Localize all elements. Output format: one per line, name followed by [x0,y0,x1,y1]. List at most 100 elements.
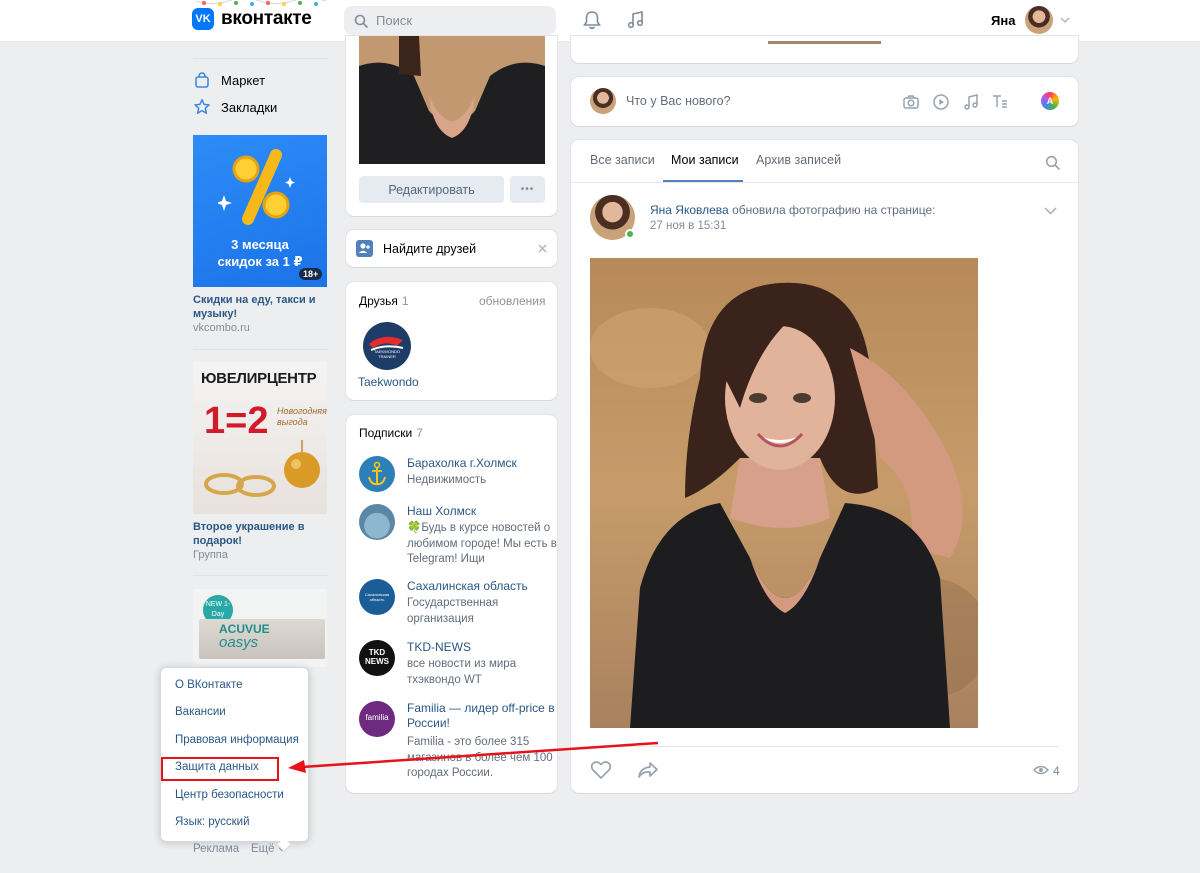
tab-all-posts[interactable]: Все записи [590,153,655,167]
menu-item-label: Маркет [221,72,266,88]
friends-updates-link[interactable]: обновления [479,294,545,308]
find-friends-label: Найдите друзей [383,242,477,256]
video-icon[interactable] [932,93,950,111]
subscription-name: Наш Холмск [407,504,477,518]
music-icon[interactable] [625,9,647,31]
subscription-name: TKD-NEWS [407,640,471,654]
highlight-frame [161,757,279,781]
logo-text[interactable]: вконтакте [221,8,312,30]
subscription-avatar [359,456,395,492]
composer-avatar [590,88,616,114]
subscription-name: Сахалинская область [407,579,528,593]
subscriptions-count: 7 [416,426,423,440]
subscription-item[interactable]: Наш Холмск 🍀Будь в курсе новостей о люби… [359,504,557,570]
subscriptions-title-label: Подписки [359,426,413,440]
subscription-name: Барахолка г.Холмск [407,456,517,470]
rings-ornament-icon [204,440,320,497]
close-icon[interactable] [538,244,547,253]
composer-placeholder[interactable]: Что у Вас нового? [626,94,731,108]
post-author-name[interactable]: Яна Яковлева [650,203,729,217]
chevron-down-icon[interactable] [1044,207,1057,215]
menu-item-bookmarks[interactable]: Закладки [193,97,277,117]
menu-item-market[interactable]: Маркет [193,70,265,90]
subscription-item[interactable]: Сахалинская область Сахалинская область … [359,579,549,627]
dropdown-item-about[interactable]: О ВКонтакте [175,679,242,691]
music-note-icon[interactable] [962,93,980,111]
ad-banner-offer: 1=2 [204,400,269,442]
header-avatar[interactable] [1025,6,1053,34]
ad-banner-acuvue[interactable]: NEW 1-Day ACUVUE oasys [193,589,327,667]
subscription-name: Familia — лидер off-price в России! [407,701,555,730]
tab-archive[interactable]: Архив записей [756,153,841,167]
subscription-desc: Государственная организация [407,597,499,625]
search-input[interactable]: Поиск [344,6,556,35]
add-friend-icon [356,240,373,257]
ad-banner-vkcombo[interactable]: 3 месяца скидок за 1 ₽ 18+ [193,135,327,287]
post-date[interactable]: 27 ноя в 15:31 [650,220,726,232]
menu-item-label: Закладки [221,99,278,115]
subscription-desc: 🍀Будь в курсе новостей о любимом городе!… [407,522,557,565]
post-composer[interactable]: Что у Вас нового? A [571,77,1078,126]
previous-post-card [571,36,1078,63]
subscription-item[interactable]: TKD NEWS TKD-NEWS все новости из мира тх… [359,640,549,688]
article-icon[interactable] [991,93,1009,111]
ad-caption[interactable]: Скидки на еду, такси и музыку! [193,293,323,321]
chevron-down-icon[interactable] [1060,16,1070,24]
bell-icon[interactable] [581,9,603,31]
subscription-avatar: familia [359,701,395,737]
search-placeholder: Поиск [376,13,413,28]
age-badge: 18+ [299,268,323,280]
ai-assistant-icon[interactable]: A [1041,92,1059,110]
camera-icon[interactable] [902,93,920,111]
dropdown-item-language[interactable]: Язык: русский [175,816,250,828]
profile-more-button[interactable]: ••• [510,176,545,203]
friend-logo-text: TAEKWONDO TRAINER [374,349,400,359]
footer-more-label: Ещё [251,843,275,855]
percent-icon [218,149,295,225]
friends-title[interactable]: Друзья 1 [359,294,409,308]
friends-card: Друзья 1 обновления TAEKWONDO TRAINER Tae… [346,282,557,400]
header-user-name[interactable]: Яна [991,13,1015,28]
post-header: Яна Яковлева обновила фотографию на стра… [650,203,936,217]
views-eye-icon [1033,765,1049,775]
subscription-desc: Недвижимость [407,474,487,486]
subscription-logo-text: TKD NEWS [365,648,389,666]
friend-avatar[interactable]: TAEKWONDO TRAINER [363,322,411,370]
garland-decoration [196,0,326,6]
friend-name[interactable]: Taekwondo [358,375,419,389]
ad-banner-product: oasys [219,634,259,651]
profile-photo-card: Редактировать ••• [346,36,557,216]
anchor-icon [368,461,386,486]
subscription-avatar: TKD NEWS [359,640,395,676]
subscriptions-title[interactable]: Подписки 7 [359,426,423,440]
dropdown-item-jobs[interactable]: Вакансии [175,706,226,718]
ad-banner-brand: ЮВЕЛИРЦЕНТР [201,370,317,387]
find-friends-card[interactable]: Найдите друзей [346,230,557,267]
footer-ads-link[interactable]: Реклама [193,843,239,855]
subscription-item[interactable]: Барахолка г.Холмск Недвижимость [359,456,549,492]
post-photo[interactable] [590,258,978,728]
ad-banner-jewelry[interactable]: ЮВЕЛИРЦЕНТР 1=2 Новогодняя выгода [193,362,327,514]
subscription-avatar [359,504,395,540]
annotation-arrow-icon [288,741,659,773]
ad-sub[interactable]: Группа [193,549,228,561]
search-icon[interactable] [1045,155,1061,171]
search-icon [354,14,368,28]
views-count: 4 [1053,764,1060,778]
star-icon [194,99,210,114]
subscription-desc: все новости из мира тхэквондо WT [407,658,517,686]
friends-title-label: Друзья [359,294,398,308]
edit-profile-button[interactable]: Редактировать [359,176,504,203]
ad-caption[interactable]: Второе украшение в подарок! [193,520,323,548]
profile-photo[interactable] [359,36,545,164]
subscription-logo-text: Сахалинская область [364,592,390,602]
online-indicator [625,229,635,239]
vk-logo-icon[interactable]: VK [192,8,214,30]
post-action: обновила фотографию на странице: [732,203,936,217]
friends-count: 1 [401,294,409,308]
subscription-logo-text: familia [365,713,389,722]
ad-banner-line: 3 месяца [231,237,289,252]
ad-sub[interactable]: vkcombo.ru [193,322,250,334]
tab-my-posts[interactable]: Мои записи [671,153,739,167]
dropdown-item-security[interactable]: Центр безопасности [175,789,284,801]
